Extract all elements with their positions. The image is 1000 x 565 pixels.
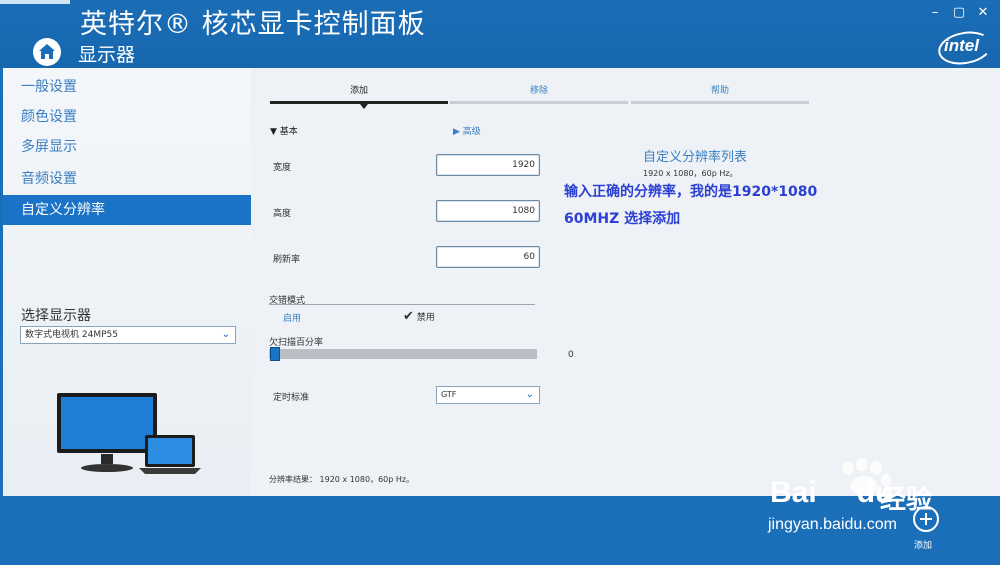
refresh-rate-field[interactable]: 60 [436,246,540,268]
sidebar-item-custom-resolution[interactable]: 自定义分辨率 [3,195,251,225]
triangle-down-icon: ▼ [270,127,277,137]
tab-add-indicator [270,101,448,104]
triangle-right-icon: ▶ [453,127,460,137]
interlace-disable-option[interactable]: ✔ 禁用 [403,309,435,324]
interlace-disable-label: 禁用 [416,313,435,323]
sidebar-item-color[interactable]: 颜色设置 [3,102,251,132]
app-title: 英特尔® 核芯显卡控制面板 [80,9,426,40]
basic-toggle[interactable]: ▼ 基本 [270,124,298,137]
title-bar: 英特尔® 核芯显卡控制面板 显示器 – ▢ ✕ intel [0,0,1000,69]
width-field[interactable]: 1920 [436,154,540,176]
tab-add-label: 添加 [349,86,368,96]
maximize-icon[interactable]: ▢ [952,6,966,20]
tab-help[interactable]: 帮助 [631,84,809,104]
tab-help-indicator [631,101,809,104]
home-button[interactable] [33,38,61,66]
add-button-label[interactable]: 添加 [914,538,932,551]
height-label: 高度 [273,209,292,219]
chevron-down-icon: ⌄ [221,329,230,340]
intel-logo-text: intel [944,36,979,55]
advanced-label: 高级 [462,127,481,137]
tab-remove-label: 移除 [529,86,548,96]
interlace-divider [269,304,535,305]
checkmark-icon: ✔ [403,309,414,324]
baidu-watermark-brand: Bai [770,476,817,509]
select-display-label: 选择显示器 [21,308,91,324]
intel-logo: intel [935,27,995,69]
sidebar-item-general[interactable]: 一般设置 [3,72,251,102]
home-icon [39,44,55,59]
add-button[interactable] [913,506,939,532]
annotation-line-2: 60MHZ 选择添加 [564,211,681,227]
width-label: 宽度 [273,163,292,173]
minimize-icon[interactable]: – [928,6,942,20]
sidebar: 一般设置 颜色设置 多屏显示 音频设置 自定义分辨率 选择显示器 数字式电视机 … [3,68,251,496]
height-field[interactable]: 1080 [436,200,540,222]
tab-remove[interactable]: 移除 [450,84,628,104]
refresh-rate-label: 刷新率 [273,255,301,265]
resolution-result: 分辨率结果： 1920 x 1080，60p Hz。 [269,475,415,484]
active-tab-caret [360,104,368,109]
custom-resolution-list-item[interactable]: 1920 x 1080，60p Hz。 [643,168,738,179]
close-icon[interactable]: ✕ [976,6,990,20]
basic-label: 基本 [279,127,298,137]
section-title: 显示器 [78,44,136,66]
monitor-illustration [57,393,201,474]
sidebar-item-audio[interactable]: 音频设置 [3,164,251,194]
baidu-watermark-text: Bai du [770,476,893,510]
window-controls: – ▢ ✕ [928,6,990,20]
timing-standard-value: GTF [441,390,457,399]
timing-standard-label: 定时标准 [273,393,310,403]
timing-standard-select[interactable]: GTF ⌄ [436,386,540,404]
underscan-slider-thumb[interactable] [270,347,280,361]
tab-help-label: 帮助 [710,86,729,96]
baidu-watermark-url: jingyan.baidu.com [768,516,897,533]
main-panel: 添加 移除 帮助 ▼ 基本 ▶ 高级 宽度 1920 高度 1080 刷新率 6… [251,68,1000,496]
custom-resolution-list-title: 自定义分辨率列表 [643,150,748,165]
tab-remove-indicator [450,101,628,104]
tab-add[interactable]: 添加 [270,84,448,104]
advanced-toggle[interactable]: ▶ 高级 [453,124,481,137]
window-edge-strip [0,0,70,4]
sidebar-item-multi-display[interactable]: 多屏显示 [3,132,251,162]
underscan-value: 0 [568,350,574,360]
interlace-enable-option[interactable]: 启用 [283,311,301,324]
underscan-slider-track[interactable] [269,349,537,359]
display-select[interactable]: 数字式电视机 24MP55 ⌄ [20,326,236,344]
display-select-value: 数字式电视机 24MP55 [25,330,118,340]
annotation-line-1: 输入正确的分辨率，我的是1920*1080 [564,184,818,200]
chevron-down-icon: ⌄ [525,389,534,400]
